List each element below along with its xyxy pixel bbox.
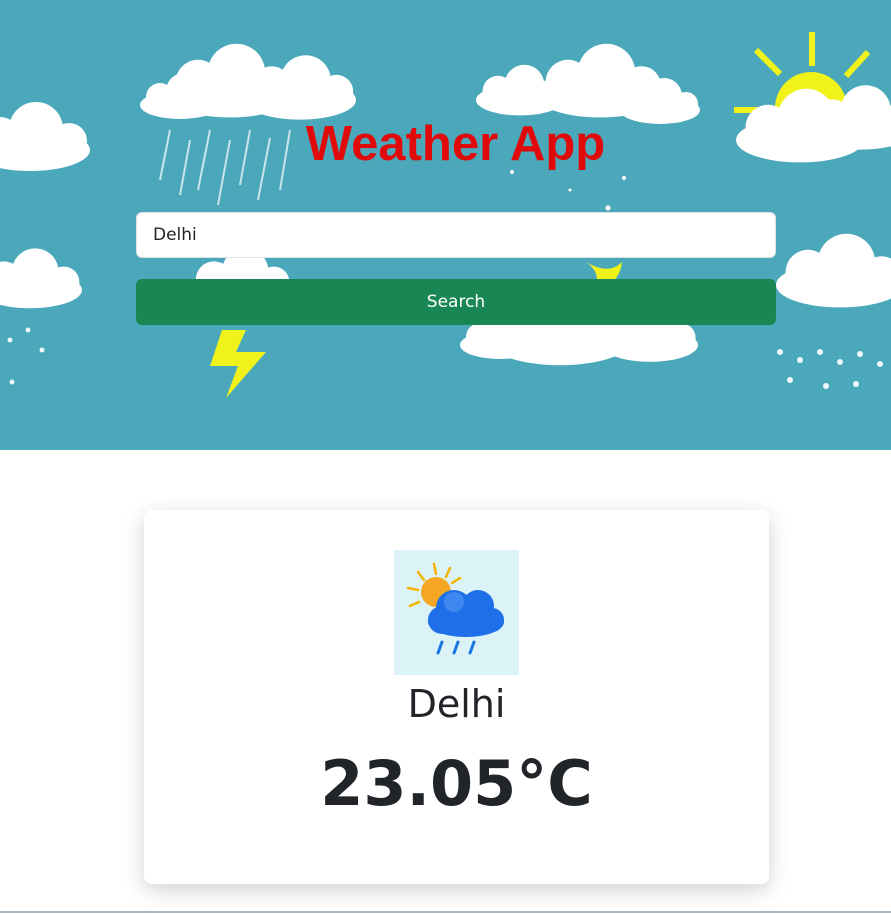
cloud-icon — [476, 43, 700, 124]
hero-banner: Weather App Search — [0, 0, 891, 450]
results-section: Delhi 23.05°C — [0, 450, 891, 911]
search-button[interactable]: Search — [136, 279, 776, 325]
temperature-value: 23.05°C — [320, 747, 593, 820]
stars-icon — [510, 170, 626, 211]
sun-cloud-rain-icon — [394, 550, 519, 675]
city-name: Delhi — [407, 682, 506, 726]
search-input[interactable] — [136, 212, 776, 258]
divider — [0, 911, 891, 913]
weather-card: Delhi 23.05°C — [144, 510, 769, 884]
lightning-icon — [210, 330, 266, 398]
page-title: Weather App — [305, 117, 606, 171]
